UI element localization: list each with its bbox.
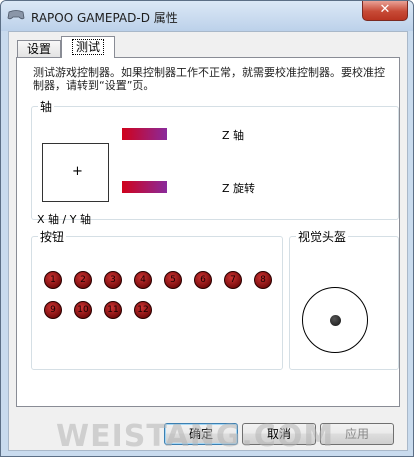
title-bar[interactable]: RAPOO GAMEPAD-D 属性 ✕	[1, 1, 413, 31]
z-rotation-label: Z 旋转	[222, 182, 256, 195]
pov-group-label: 视觉头盔	[298, 230, 347, 244]
gamepad-icon	[7, 10, 25, 20]
window-title: RAPOO GAMEPAD-D 属性	[31, 11, 178, 25]
z-axis-label: Z 轴	[222, 129, 245, 142]
button-indicator-9: 9	[44, 301, 62, 319]
button-indicator-7: 7	[224, 271, 242, 289]
button-indicator-10: 10	[74, 301, 92, 319]
xy-crosshair: +	[72, 164, 83, 179]
close-button[interactable]: ✕	[362, 1, 408, 21]
pov-hat-indicator	[330, 315, 341, 326]
button-indicator-6: 6	[194, 271, 212, 289]
button-indicator-2: 2	[74, 271, 92, 289]
button-indicator-11: 11	[104, 301, 122, 319]
axes-group-label: 轴	[40, 100, 53, 114]
xy-axis-label: X 轴 / Y 轴	[37, 213, 91, 226]
tab-settings[interactable]: 设置	[17, 40, 61, 57]
tab-test[interactable]: 测试	[61, 36, 115, 58]
button-indicator-5: 5	[164, 271, 182, 289]
xy-axis-box: +	[42, 143, 109, 202]
z-axis-bar	[122, 128, 167, 140]
watermark: WEISTANG.COM	[56, 419, 335, 454]
pov-group: 视觉头盔	[289, 228, 399, 370]
button-indicator-1: 1	[44, 271, 62, 289]
pov-hat-circle	[302, 287, 368, 353]
buttons-group-label: 按钮	[40, 230, 65, 244]
z-rotation-bar	[122, 181, 167, 193]
instructions-text: 测试游戏控制器。如果控制器工作不正常，就需要校准控制器。要校准控制器，请转到“设…	[33, 66, 385, 92]
properties-window: RAPOO GAMEPAD-D 属性 ✕ 设置 测试 测试游戏控制器。如果控制器…	[0, 0, 414, 457]
button-indicator-8: 8	[254, 271, 272, 289]
button-indicator-4: 4	[134, 271, 152, 289]
test-panel: 测试游戏控制器。如果控制器工作不正常，就需要校准控制器。要校准控制器，请转到“设…	[16, 57, 400, 407]
axes-group: 轴 + X 轴 / Y 轴 Z 轴 Z 旋转	[31, 98, 399, 226]
tab-test-label: 测试	[71, 39, 105, 55]
buttons-group: 按钮 1 2 3 4 5 6 7 8 9 10 11 12	[31, 228, 283, 370]
button-indicator-12: 12	[134, 301, 152, 319]
button-indicator-3: 3	[104, 271, 122, 289]
dialog-client: 设置 测试 测试游戏控制器。如果控制器工作不正常，就需要校准控制器。要校准控制器…	[8, 31, 408, 451]
